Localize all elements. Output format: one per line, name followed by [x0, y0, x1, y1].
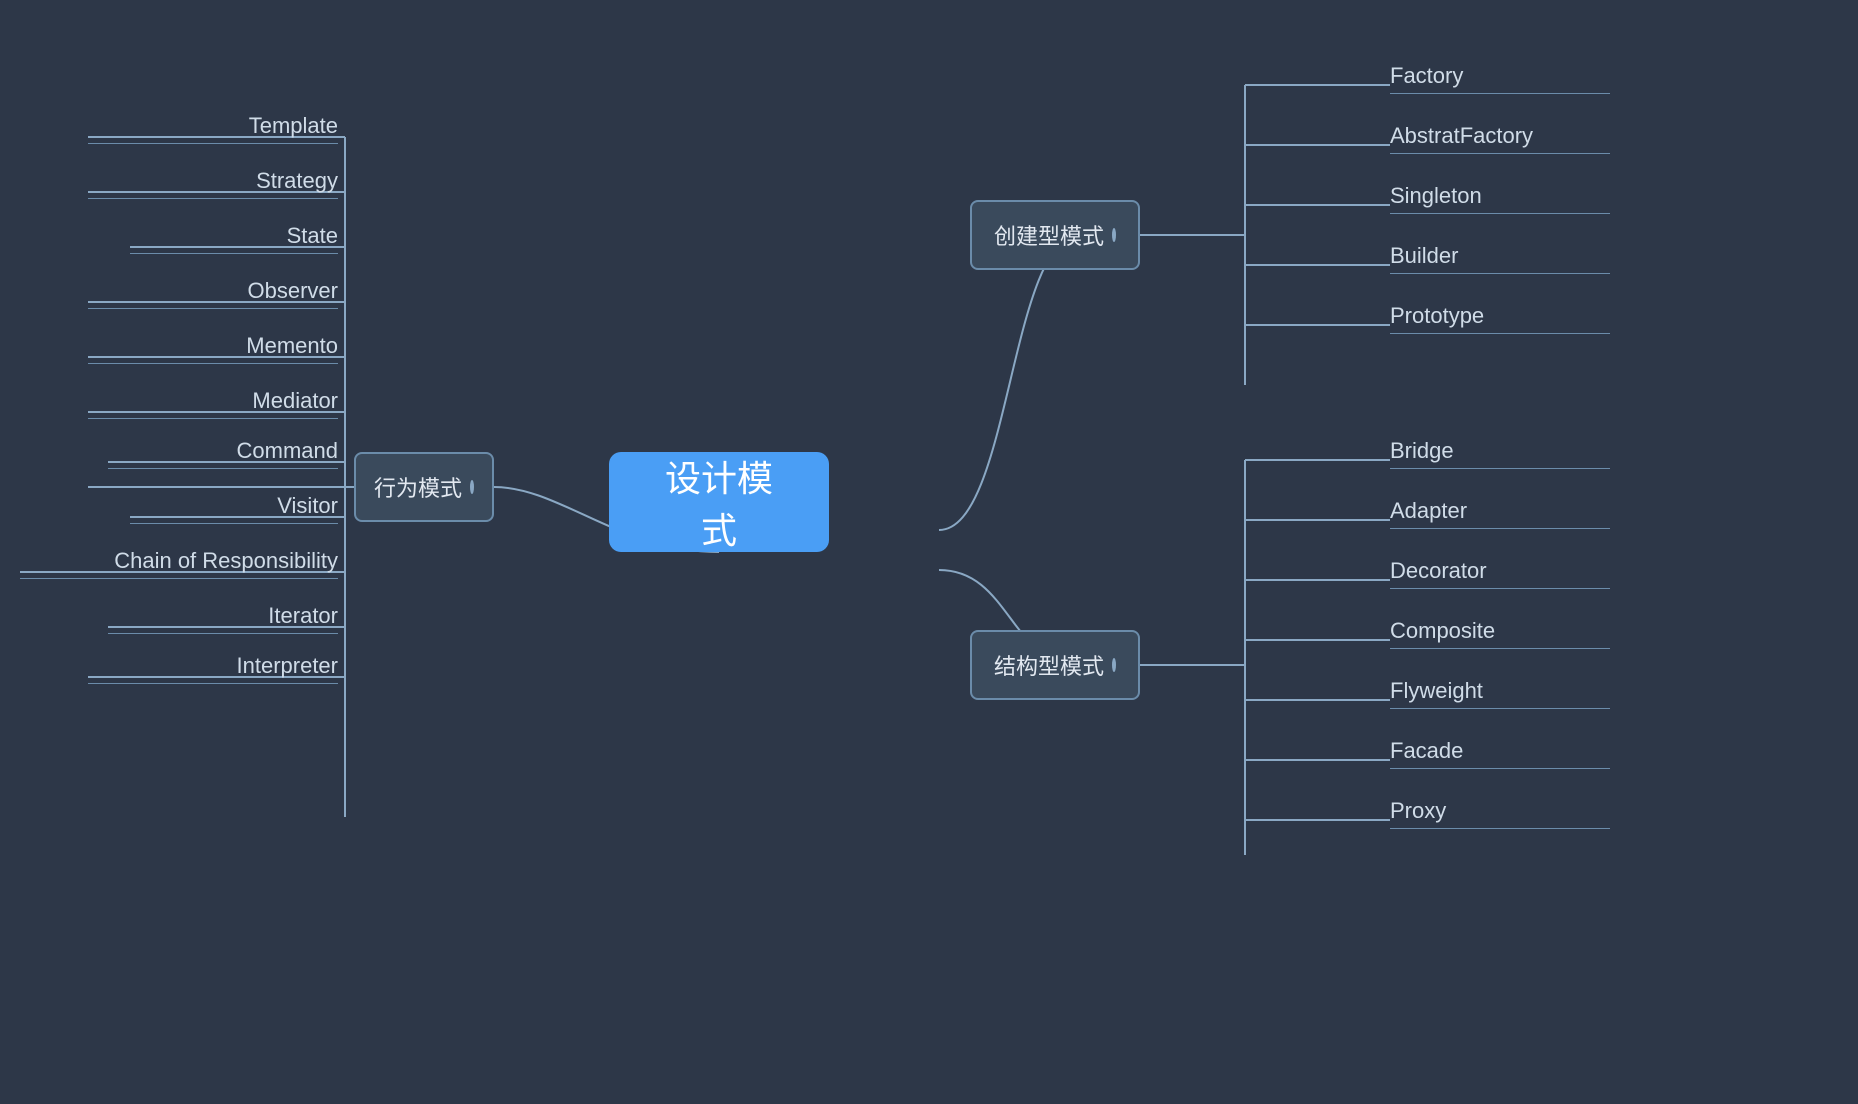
right-bottom-mid-node[interactable]: 结构型模式 — [970, 630, 1140, 700]
left-collapse-icon[interactable] — [470, 480, 474, 494]
leaf-chain: Chain of Responsibility — [20, 548, 338, 579]
mind-map: 设计模式 行为模式 Template Strategy State Observ… — [0, 0, 1858, 1104]
right-top-mid-label: 创建型模式 — [994, 219, 1104, 251]
leaf-proxy: Proxy — [1390, 798, 1610, 829]
leaf-observer: Observer — [88, 278, 338, 309]
left-mid-label: 行为模式 — [374, 471, 462, 503]
leaf-strategy: Strategy — [88, 168, 338, 199]
center-label: 设计模式 — [649, 450, 789, 554]
leaf-singleton: Singleton — [1390, 183, 1610, 214]
leaf-memento: Memento — [88, 333, 338, 364]
leaf-interpreter: Interpreter — [88, 653, 338, 684]
leaf-adapter: Adapter — [1390, 498, 1610, 529]
leaf-facade: Facade — [1390, 738, 1610, 769]
leaf-iterator: Iterator — [108, 603, 338, 634]
leaf-bridge: Bridge — [1390, 438, 1610, 469]
leaf-decorator: Decorator — [1390, 558, 1610, 589]
leaf-visitor: Visitor — [130, 493, 338, 524]
leaf-flyweight: Flyweight — [1390, 678, 1610, 709]
right-top-mid-node[interactable]: 创建型模式 — [970, 200, 1140, 270]
leaf-builder: Builder — [1390, 243, 1610, 274]
leaf-command: Command — [108, 438, 338, 469]
leaf-state: State — [130, 223, 338, 254]
leaf-abstratfactory: AbstratFactory — [1390, 123, 1610, 154]
leaf-factory: Factory — [1390, 63, 1610, 94]
right-bottom-mid-label: 结构型模式 — [994, 649, 1104, 681]
leaf-template: Template — [88, 113, 338, 144]
right-top-collapse-icon[interactable] — [1112, 228, 1116, 242]
right-bottom-collapse-icon[interactable] — [1112, 658, 1116, 672]
left-mid-node[interactable]: 行为模式 — [354, 452, 494, 522]
leaf-mediator: Mediator — [88, 388, 338, 419]
center-node[interactable]: 设计模式 — [609, 452, 829, 552]
leaf-prototype: Prototype — [1390, 303, 1610, 334]
leaf-composite: Composite — [1390, 618, 1610, 649]
